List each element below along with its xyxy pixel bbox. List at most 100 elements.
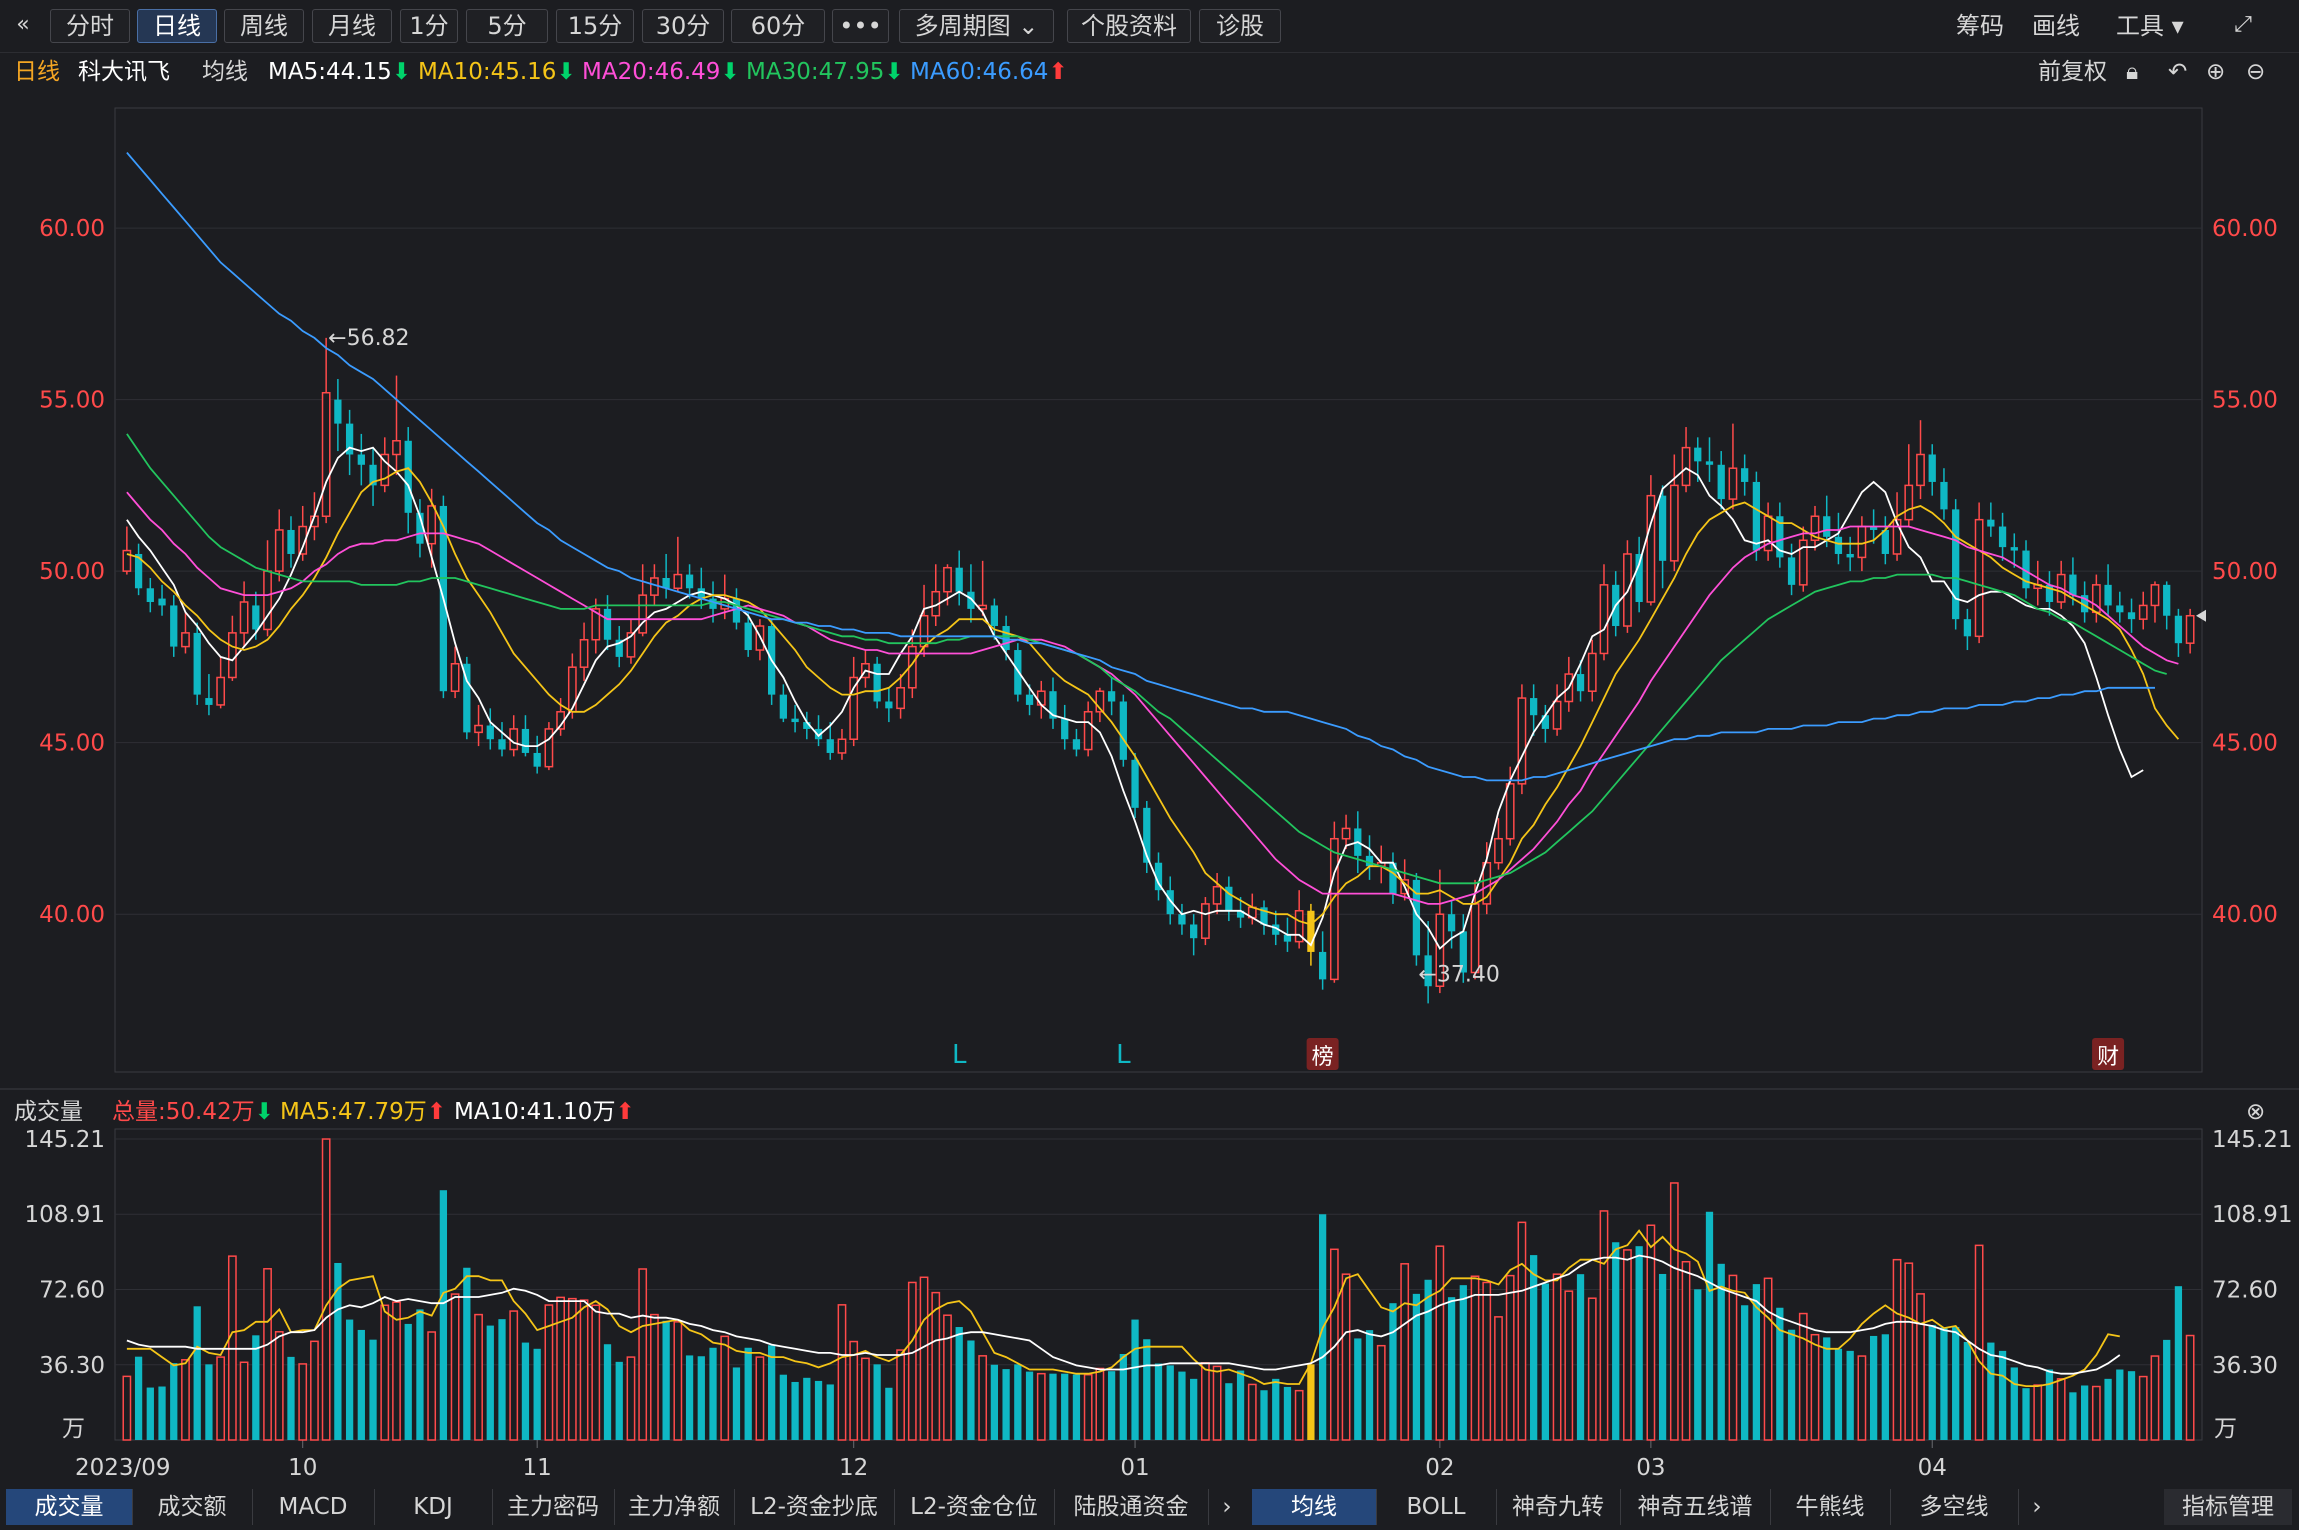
volume-bar (1705, 1211, 1714, 1440)
candle-body (1341, 827, 1351, 840)
candle-body (896, 687, 905, 710)
low-price-annotation: ←37.40 (1418, 962, 1499, 987)
volume-bar (1190, 1378, 1198, 1440)
ma-line-ma60 (126, 152, 2155, 782)
volume-bar (1025, 1371, 1034, 1440)
candle-body (1178, 914, 1186, 925)
candle-body (779, 694, 787, 719)
chevron-right-icon[interactable]: › (1212, 1489, 1242, 1525)
indicator-tab-8[interactable]: 陆股通资金 (1054, 1489, 1209, 1525)
candlestick-chart[interactable]: 40.00 40.00 45.00 45.00 50.00 50.00 55.00 55.00… (0, 0, 2299, 1484)
volume-bar (990, 1364, 999, 1440)
price-tick-label-right: 60.00 (2212, 216, 2278, 242)
volume-bar (1119, 1353, 1127, 1440)
volume-bar (2138, 1375, 2148, 1441)
volume-bar (1530, 1255, 1538, 1440)
candle-body (826, 739, 834, 753)
volume-bar (697, 1356, 705, 1440)
candle-body (1857, 525, 1867, 559)
volume-bar (521, 1342, 530, 1440)
volume-unit-left: 万 (62, 1416, 85, 1442)
candle-body (1987, 519, 1995, 527)
volume-bar (673, 1321, 683, 1441)
candle-body (321, 391, 331, 517)
volume-bar (1294, 1389, 1304, 1441)
volume-bar (744, 1347, 752, 1440)
candle-body (2069, 574, 2077, 596)
volume-bar (181, 1359, 190, 1441)
candle-body (1787, 557, 1796, 585)
volume-bar (873, 1364, 881, 1440)
volume-bar (2150, 1355, 2160, 1441)
overlay-tab-2[interactable]: 神奇九转 (1496, 1489, 1621, 1525)
price-tick-label-left: 55.00 (39, 388, 105, 414)
volume-bar (1107, 1371, 1116, 1440)
volume-bar (967, 1340, 975, 1440)
candle-body (1658, 495, 1667, 561)
volume-bar (1482, 1281, 1492, 1441)
indicator-tab-3[interactable]: KDJ (374, 1489, 493, 1525)
indicator-tab-7[interactable]: L2-资金仓位 (894, 1489, 1055, 1525)
indicator-tab-5[interactable]: 主力净额 (614, 1489, 735, 1525)
volume-bar (2069, 1392, 2077, 1440)
volume-bar (1798, 1312, 1808, 1441)
volume-bar (321, 1138, 331, 1441)
volume-bar (931, 1291, 941, 1441)
indicator-tab-1[interactable]: 成交额 (132, 1489, 253, 1525)
price-panel-frame (114, 107, 2203, 1073)
x-axis-label: 02 (1425, 1455, 1454, 1481)
volume-bar (2056, 1378, 2066, 1441)
volume-bar (1494, 1316, 1503, 1441)
volume-bar (1072, 1374, 1081, 1440)
volume-bar (978, 1355, 988, 1441)
overlay-tab-3[interactable]: 神奇五线谱 (1620, 1489, 1771, 1525)
candle-body (1365, 855, 1374, 867)
candle-body (1447, 914, 1456, 932)
volume-bar (146, 1387, 154, 1440)
candle-body (1318, 951, 1327, 980)
indicator-tab-4[interactable]: 主力密码 (492, 1489, 615, 1525)
volume-tick-label-left: 72.60 (39, 1278, 105, 1304)
volume-bar (768, 1345, 776, 1440)
indicator-manage-button[interactable]: 指标管理 (2164, 1489, 2292, 1525)
volume-bar (1694, 1289, 1702, 1440)
volume-bar (2045, 1369, 2054, 1440)
candle-body (1505, 783, 1515, 840)
volume-bar (287, 1356, 295, 1440)
volume-bar (779, 1374, 787, 1440)
overlay-tab-0[interactable]: 均线 (1252, 1489, 1377, 1525)
volume-bar (1599, 1210, 1609, 1441)
volume-bar (1916, 1293, 1925, 1441)
indicator-tab-2[interactable]: MACD (252, 1489, 375, 1525)
candle-body (170, 605, 178, 647)
candle-body (1530, 698, 1538, 716)
x-axis-label: 12 (839, 1455, 868, 1481)
candle-body (1963, 619, 1972, 637)
volume-bar (1869, 1335, 1878, 1440)
indicator-tab-0[interactable]: 成交量 (6, 1489, 133, 1525)
volume-bar (1002, 1369, 1010, 1440)
candle-body (1952, 509, 1960, 620)
volume-bar (1470, 1275, 1480, 1441)
candle-body (744, 622, 752, 651)
volume-bar (2104, 1378, 2112, 1440)
volume-tick-label-right: 72.60 (2212, 1278, 2278, 1304)
volume-bar (2185, 1334, 2195, 1441)
volume-bar (1904, 1262, 1914, 1441)
volume-bar (1166, 1365, 1174, 1440)
volume-bar (122, 1375, 132, 1441)
candle-body (1587, 652, 1597, 692)
volume-bar (1178, 1371, 1186, 1440)
chevron-right-icon[interactable]: › (2022, 1489, 2052, 1525)
candle-body (1201, 903, 1210, 939)
volume-bar (404, 1323, 412, 1440)
candle-body (1025, 694, 1034, 705)
overlay-tab-4[interactable]: 牛熊线 (1770, 1489, 1891, 1525)
overlay-tab-5[interactable]: 多空线 (1890, 1489, 2019, 1525)
volume-bar (533, 1348, 541, 1440)
overlay-tab-1[interactable]: BOLL (1376, 1489, 1497, 1525)
volume-bar (1061, 1373, 1069, 1440)
volume-bar (193, 1306, 201, 1440)
indicator-tab-6[interactable]: L2-资金抄底 (734, 1489, 895, 1525)
candle-body (193, 632, 201, 695)
